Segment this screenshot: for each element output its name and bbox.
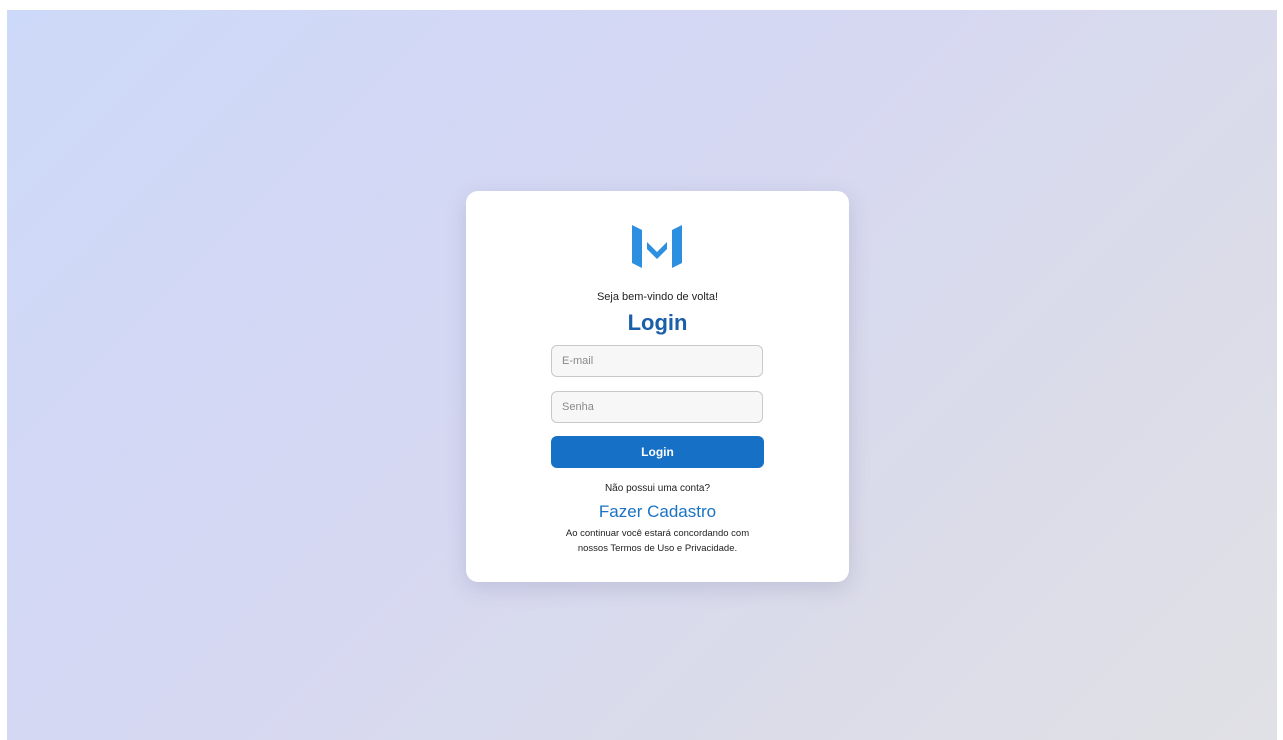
welcome-text: Seja bem-vindo de volta!	[596, 291, 719, 303]
no-account-text: Não possui uma conta?	[604, 483, 711, 494]
login-card: Seja bem-vindo de volta! Login Login Não…	[466, 191, 849, 582]
login-button[interactable]: Login	[551, 436, 764, 468]
email-field[interactable]	[551, 345, 763, 377]
password-field[interactable]	[551, 391, 763, 423]
terms-text: Ao continuar você estará concordando com…	[466, 526, 849, 556]
signup-link[interactable]: Fazer Cadastro	[466, 502, 849, 522]
terms-line-2: nossos Termos de Uso e Privacidade.	[577, 543, 738, 554]
m-logo-icon	[632, 225, 682, 268]
page-background: Seja bem-vindo de volta! Login Login Não…	[7, 10, 1277, 740]
page-title: Login	[627, 310, 688, 335]
terms-line-1: Ao continuar você estará concordando com	[565, 528, 750, 539]
